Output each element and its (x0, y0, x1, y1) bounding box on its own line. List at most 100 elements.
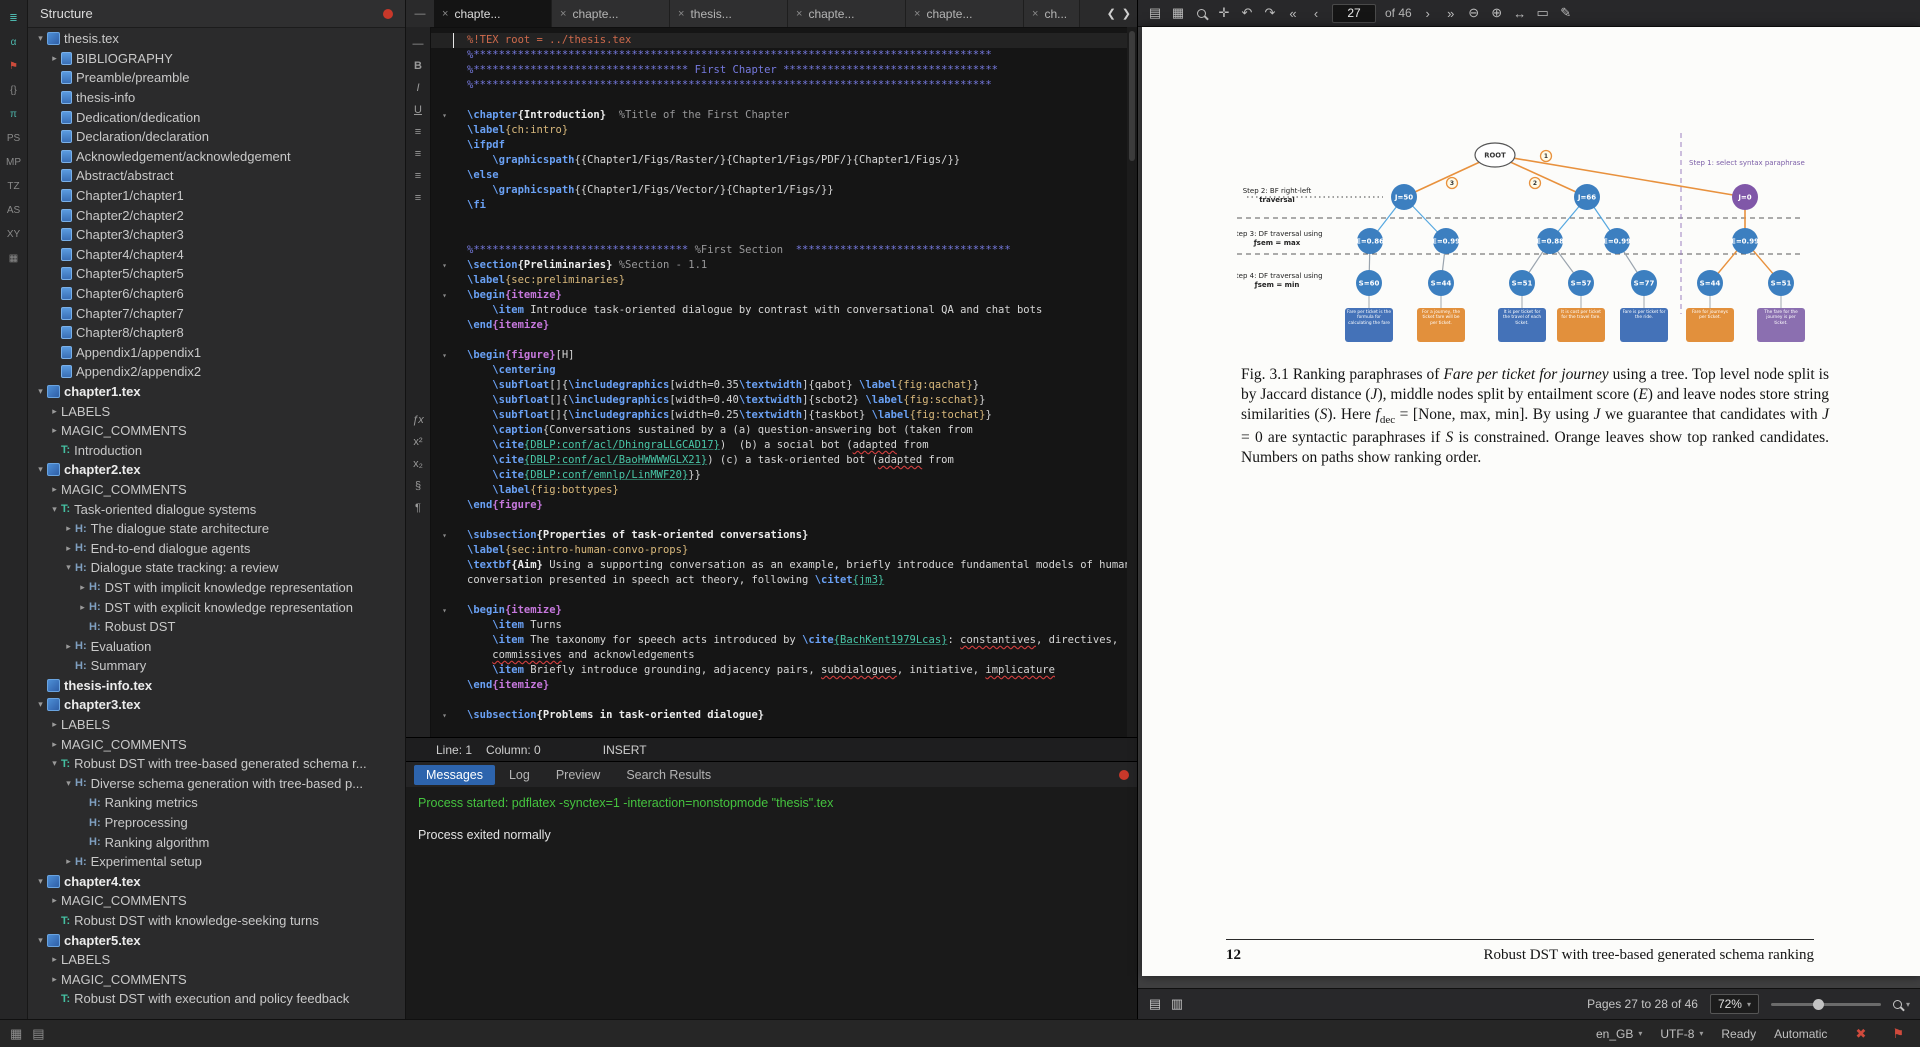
fold-arrow-icon[interactable]: ▾ (431, 108, 453, 123)
code-line[interactable]: conversation presented in speech act the… (431, 573, 1127, 588)
code-line[interactable] (431, 333, 1127, 348)
structure-item[interactable]: ▸H:Experimental setup (28, 852, 405, 872)
collapse-button[interactable]: — (413, 33, 424, 55)
code-line[interactable]: \cite{DBLP:conf/acl/DhingraLLGCAD17}) (b… (431, 438, 1127, 453)
expand-arrow-icon[interactable]: ▾ (48, 758, 61, 769)
tab-scroll-left-icon[interactable]: ❮ (1105, 7, 1118, 20)
structure-item[interactable]: thesis-info.tex (28, 676, 405, 696)
structure-item[interactable]: ▸LABELS (28, 401, 405, 421)
structure-item[interactable]: H:Robust DST (28, 617, 405, 637)
code-line[interactable]: ▾\section{Preliminaries} %Section - 1.1 (431, 258, 1127, 273)
code-line[interactable]: ▾\begin{figure}[H] (431, 348, 1127, 363)
page-layout-icon[interactable]: ▤ (1148, 5, 1162, 21)
structure-item[interactable]: ▾chapter1.tex (28, 382, 405, 402)
structure-view-icon[interactable]: ≣ (1, 6, 27, 30)
structure-item[interactable]: H:Ranking algorithm (28, 832, 405, 852)
structure-item[interactable]: ▸MAGIC_COMMENTS (28, 734, 405, 754)
structure-item[interactable]: Dedication/dedication (28, 107, 405, 127)
subscript-button[interactable]: x₂ (413, 453, 423, 475)
structure-item[interactable]: ▾chapter5.tex (28, 930, 405, 950)
zoom-out-icon[interactable]: ⊖ (1467, 5, 1481, 21)
code-line[interactable] (431, 213, 1127, 228)
structure-item[interactable]: ▾chapter4.tex (28, 872, 405, 892)
overview-icon[interactable]: ▦ (10, 1026, 22, 1042)
expand-arrow-icon[interactable]: ▸ (62, 523, 75, 534)
expand-arrow-icon[interactable]: ▸ (48, 739, 61, 750)
expand-arrow-icon[interactable]: ▾ (34, 935, 47, 946)
structure-item[interactable]: ▸MAGIC_COMMENTS (28, 421, 405, 441)
jump-forward-icon[interactable]: ↷ (1263, 5, 1277, 21)
expand-arrow-icon[interactable]: ▸ (76, 602, 89, 613)
expand-arrow-icon[interactable]: ▸ (48, 895, 61, 906)
code-line[interactable]: %!TEX root = ../thesis.tex (431, 33, 1127, 48)
editor-tab[interactable]: ×thesis... (670, 0, 788, 27)
structure-item[interactable]: Chapter4/chapter4 (28, 245, 405, 265)
error-marker-icon[interactable]: ✖ (1855, 1026, 1866, 1042)
editor-tab[interactable]: ×chapte... (434, 0, 552, 27)
document-icon[interactable]: ▤ (32, 1026, 44, 1042)
expand-arrow-icon[interactable]: ▾ (34, 699, 47, 710)
structure-item[interactable]: ▸H:The dialogue state architecture (28, 519, 405, 539)
structure-item[interactable]: ▸H:DST with explicit knowledge represent… (28, 597, 405, 617)
structure-item[interactable]: ▸MAGIC_COMMENTS (28, 480, 405, 500)
fold-arrow-icon[interactable]: ▾ (431, 708, 453, 723)
structure-item[interactable]: ▾chapter3.tex (28, 695, 405, 715)
structure-item[interactable]: ▾thesis.tex (28, 29, 405, 49)
fit-width-icon[interactable]: ↔ (1513, 6, 1527, 21)
tab-scroll-right-icon[interactable]: ❯ (1120, 7, 1133, 20)
structure-item[interactable]: ▾T:Task-oriented dialogue systems (28, 499, 405, 519)
code-line[interactable]: \end{figure} (431, 498, 1127, 513)
editor-tab[interactable]: ×chapte... (788, 0, 906, 27)
close-tab-icon[interactable]: × (914, 8, 920, 20)
code-line[interactable]: %***************************************… (431, 78, 1127, 93)
align-justify-button[interactable]: ≡ (415, 187, 421, 209)
structure-item[interactable]: ▸MAGIC_COMMENTS (28, 970, 405, 990)
section-symbol-button[interactable]: § (415, 475, 421, 497)
code-line[interactable] (431, 93, 1127, 108)
code-line[interactable]: \label{fig:bottypes} (431, 483, 1127, 498)
structure-item[interactable]: ▸MAGIC_COMMENTS (28, 891, 405, 911)
code-line[interactable]: %********************************** %Fir… (431, 243, 1127, 258)
code-line[interactable]: \end{itemize} (431, 678, 1127, 693)
align-left-button[interactable]: ≡ (415, 121, 421, 143)
expand-arrow-icon[interactable]: ▸ (48, 954, 61, 965)
code-line[interactable]: \ifpdf (431, 138, 1127, 153)
structure-item[interactable]: H:Summary (28, 656, 405, 676)
code-line[interactable]: \end{itemize} (431, 318, 1127, 333)
code-line[interactable]: ▾\begin{itemize} (431, 288, 1127, 303)
code-line[interactable]: commissives and acknowledgements (431, 648, 1127, 663)
output-tab-messages[interactable]: Messages (414, 765, 495, 785)
editor-tab[interactable]: ×ch... (1024, 0, 1080, 27)
zoom-select[interactable]: 72% ▾ (1710, 994, 1759, 1014)
structure-item[interactable]: ▾H:Dialogue state tracking: a review (28, 558, 405, 578)
bookmarks-icon[interactable]: ⚑ (1, 54, 27, 78)
expand-arrow-icon[interactable]: ▸ (48, 406, 61, 417)
structure-item[interactable]: T:Robust DST with knowledge-seeking turn… (28, 911, 405, 931)
structure-item[interactable]: Chapter3/chapter3 (28, 225, 405, 245)
first-page-icon[interactable]: « (1286, 6, 1300, 21)
expand-arrow-icon[interactable]: ▾ (62, 778, 75, 789)
zoom-in-icon[interactable]: ⊕ (1490, 5, 1504, 21)
continuous-view-icon[interactable]: ▥ (1170, 996, 1184, 1012)
code-line[interactable]: ▾\subsection{Properties of task-oriented… (431, 528, 1127, 543)
output-tab-search-results[interactable]: Search Results (614, 765, 723, 785)
code-line[interactable] (431, 588, 1127, 603)
structure-item[interactable]: ▸H:DST with implicit knowledge represent… (28, 578, 405, 598)
structure-item[interactable]: T:Introduction (28, 440, 405, 460)
superscript-button[interactable]: x² (413, 431, 422, 453)
code-line[interactable]: \subfloat[]{\includegraphics[width=0.25\… (431, 408, 1127, 423)
code-line[interactable]: \label{ch:intro} (431, 123, 1127, 138)
fold-arrow-icon[interactable]: ▾ (431, 288, 453, 303)
pstricks-icon[interactable]: PS (1, 126, 27, 150)
code-line[interactable]: \else (431, 168, 1127, 183)
jump-back-icon[interactable]: ↶ (1240, 5, 1254, 21)
expand-arrow-icon[interactable]: ▸ (48, 974, 61, 985)
code-line[interactable]: \subfloat[]{\includegraphics[width=0.35\… (431, 378, 1127, 393)
fold-arrow-icon[interactable]: ▾ (431, 348, 453, 363)
expand-arrow-icon[interactable]: ▾ (62, 562, 75, 573)
last-page-icon[interactable]: » (1444, 6, 1458, 21)
expand-arrow-icon[interactable]: ▸ (48, 719, 61, 730)
code-line[interactable]: \centering (431, 363, 1127, 378)
expand-arrow-icon[interactable]: ▾ (48, 504, 61, 515)
close-output-button[interactable] (1119, 770, 1129, 780)
